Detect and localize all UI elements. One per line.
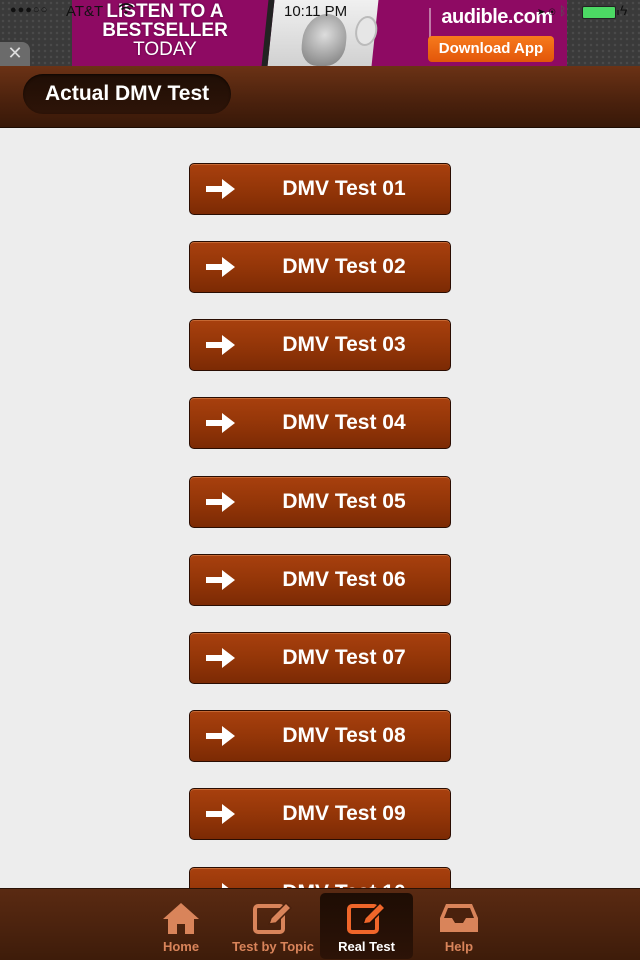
tab-label: Test by Topic bbox=[232, 939, 314, 954]
arrow-right-icon bbox=[206, 804, 235, 824]
ad-download-button[interactable]: Download App bbox=[428, 36, 554, 62]
test-button-09[interactable]: DMV Test 09 bbox=[189, 788, 451, 840]
test-button-10[interactable]: DMV Test 10 bbox=[189, 867, 451, 888]
tab-test-by-topic[interactable]: Test by Topic bbox=[226, 889, 320, 960]
test-button-08[interactable]: DMV Test 08 bbox=[189, 710, 451, 762]
ad-close-button[interactable]: ✕ bbox=[0, 42, 30, 66]
test-button-03[interactable]: DMV Test 03 bbox=[189, 319, 451, 371]
arrow-right-icon bbox=[206, 257, 235, 277]
nav-header: Actual DMV Test bbox=[0, 66, 640, 128]
location-icon: ➤ bbox=[538, 4, 546, 18]
test-button-label: DMV Test 08 bbox=[282, 724, 406, 747]
test-button-label: DMV Test 05 bbox=[282, 490, 406, 513]
test-button-label: DMV Test 10 bbox=[238, 868, 450, 888]
page-title: Actual DMV Test bbox=[23, 74, 232, 114]
wifi-icon bbox=[118, 2, 134, 19]
status-bar: ●●●○○ AT&T 10:11 PM ➤ ◉ ᛒ ϟ bbox=[0, 0, 640, 22]
arrow-right-icon bbox=[206, 492, 235, 512]
clock: 10:11 PM bbox=[284, 3, 348, 20]
bluetooth-icon: ᛒ bbox=[559, 4, 567, 18]
test-button-label: DMV Test 02 bbox=[282, 255, 406, 278]
arrow-right-icon bbox=[206, 726, 235, 746]
arrow-right-icon bbox=[222, 883, 229, 888]
test-button-05[interactable]: DMV Test 05 bbox=[189, 476, 451, 528]
arrow-right-icon bbox=[206, 413, 235, 433]
close-icon: ✕ bbox=[7, 43, 23, 63]
carrier-name: AT&T bbox=[66, 3, 104, 20]
test-button-label: DMV Test 01 bbox=[282, 177, 406, 200]
test-button-label: DMV Test 09 bbox=[282, 802, 406, 825]
test-button-04[interactable]: DMV Test 04 bbox=[189, 397, 451, 449]
home-icon bbox=[163, 903, 199, 934]
arrow-right-icon bbox=[206, 335, 235, 355]
arrow-right-icon bbox=[206, 179, 235, 199]
charging-icon: ϟ bbox=[620, 2, 628, 18]
tab-label: Help bbox=[444, 939, 474, 954]
test-button-02[interactable]: DMV Test 02 bbox=[189, 241, 451, 293]
test-button-06[interactable]: DMV Test 06 bbox=[189, 554, 451, 606]
ad-headline-line: TODAY bbox=[133, 39, 197, 60]
test-button-label: DMV Test 04 bbox=[282, 411, 406, 434]
battery-icon bbox=[582, 6, 619, 19]
arrow-right-icon bbox=[206, 570, 235, 590]
tab-help[interactable]: Help bbox=[418, 889, 500, 960]
tab-home[interactable]: Home bbox=[140, 889, 222, 960]
tab-label: Real Test bbox=[338, 939, 395, 954]
test-button-label: DMV Test 07 bbox=[282, 646, 406, 669]
tab-real-test[interactable]: Real Test bbox=[320, 893, 413, 959]
tab-bar: Home Test by Topic Real Test Help bbox=[0, 888, 640, 960]
arrow-right-icon bbox=[206, 648, 235, 668]
test-button-01[interactable]: DMV Test 01 bbox=[189, 163, 451, 215]
edit-icon bbox=[346, 901, 386, 934]
ad-headline-line: BESTSELLER bbox=[102, 20, 228, 41]
test-button-label: DMV Test 03 bbox=[282, 333, 406, 356]
edit-icon bbox=[253, 901, 293, 934]
inbox-icon bbox=[440, 904, 478, 932]
alarm-icon: ◉ bbox=[548, 4, 556, 18]
test-button-label: DMV Test 06 bbox=[282, 568, 406, 591]
signal-strength-icon: ●●●○○ bbox=[10, 4, 49, 16]
test-list[interactable]: DMV Test 01 DMV Test 02 DMV Test 03 DMV … bbox=[0, 128, 640, 888]
tab-label: Home bbox=[162, 939, 200, 954]
test-button-07[interactable]: DMV Test 07 bbox=[189, 632, 451, 684]
